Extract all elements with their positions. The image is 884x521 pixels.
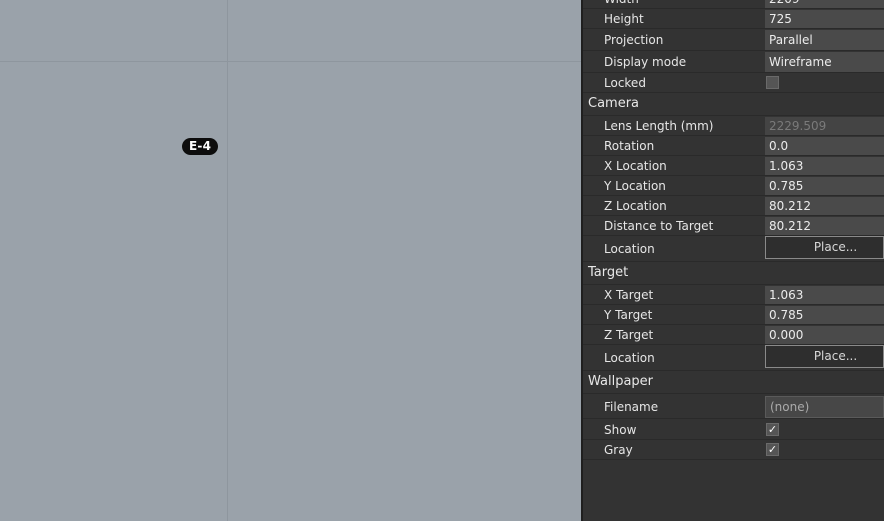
property-row-target-location: Location Place... xyxy=(583,345,884,371)
property-row-z-location: Z Location 80.212 xyxy=(583,196,884,216)
z-target-label: Z Target xyxy=(604,328,654,342)
x-target-field[interactable]: 1.063 xyxy=(765,286,884,304)
display-mode-select[interactable]: Wireframe xyxy=(765,52,884,72)
property-row-y-target: Y Target 0.785 xyxy=(583,305,884,325)
app-window: E-4 Width 2209 Height 725 Projection Par… xyxy=(0,0,884,521)
x-location-field[interactable]: 1.063 xyxy=(765,157,884,175)
properties-panel: Width 2209 Height 725 Projection Paralle… xyxy=(583,0,884,521)
projection-label: Projection xyxy=(604,33,664,47)
elevation-marker[interactable]: E-4 xyxy=(182,138,219,155)
width-field[interactable]: 2209 xyxy=(765,0,884,8)
property-row-rotation: Rotation 0.0 xyxy=(583,136,884,156)
width-label: Width xyxy=(604,0,639,9)
property-row-display-mode: Display mode Wireframe xyxy=(583,51,884,73)
z-location-label: Z Location xyxy=(604,199,667,213)
distance-to-target-field[interactable]: 80.212 xyxy=(765,217,884,235)
property-row-filename: Filename (none) xyxy=(583,395,884,419)
camera-place-button[interactable]: Place... xyxy=(765,236,884,259)
height-label: Height xyxy=(604,12,644,26)
x-location-label: X Location xyxy=(604,159,667,173)
property-row-camera-location: Location Place... xyxy=(583,236,884,262)
distance-to-target-label: Distance to Target xyxy=(604,219,714,233)
target-place-button[interactable]: Place... xyxy=(765,345,884,368)
rotation-label: Rotation xyxy=(604,139,655,153)
property-row-distance-to-target: Distance to Target 80.212 xyxy=(583,216,884,236)
wallpaper-section-header[interactable]: Wallpaper xyxy=(588,372,653,392)
y-target-field[interactable]: 0.785 xyxy=(765,306,884,324)
lens-length-field: 2229.509 xyxy=(765,117,884,135)
filename-label: Filename xyxy=(604,400,659,414)
y-target-label: Y Target xyxy=(604,308,653,322)
property-row-gray: Gray ✓ xyxy=(583,440,884,460)
z-location-field[interactable]: 80.212 xyxy=(765,197,884,215)
projection-select[interactable]: Parallel xyxy=(765,30,884,50)
camera-section-header[interactable]: Camera xyxy=(588,94,639,114)
property-row-x-target: X Target 1.063 xyxy=(583,285,884,305)
grid-line-horizontal xyxy=(0,61,581,62)
y-location-label: Y Location xyxy=(604,179,666,193)
camera-location-label: Location xyxy=(604,242,655,256)
height-field[interactable]: 725 xyxy=(765,10,884,28)
property-row-y-location: Y Location 0.785 xyxy=(583,176,884,196)
locked-checkbox[interactable] xyxy=(766,76,779,89)
gray-label: Gray xyxy=(604,443,633,457)
property-row-z-target: Z Target 0.000 xyxy=(583,325,884,345)
property-row-locked: Locked xyxy=(583,73,884,93)
display-mode-label: Display mode xyxy=(604,55,687,69)
target-section-header[interactable]: Target xyxy=(588,263,628,283)
filename-field[interactable]: (none) xyxy=(765,396,884,418)
divider xyxy=(583,393,884,394)
viewport-canvas[interactable]: E-4 xyxy=(0,0,581,521)
property-row-width: Width 2209 xyxy=(583,0,884,9)
lens-length-label: Lens Length (mm) xyxy=(604,119,714,133)
property-row-projection: Projection Parallel xyxy=(583,29,884,51)
target-location-label: Location xyxy=(604,351,655,365)
x-target-label: X Target xyxy=(604,288,654,302)
property-row-show: Show ✓ xyxy=(583,420,884,440)
check-icon: ✓ xyxy=(767,423,778,436)
rotation-field[interactable]: 0.0 xyxy=(765,137,884,155)
property-row-x-location: X Location 1.063 xyxy=(583,156,884,176)
show-label: Show xyxy=(604,423,637,437)
y-location-field[interactable]: 0.785 xyxy=(765,177,884,195)
property-row-lens-length: Lens Length (mm) 2229.509 xyxy=(583,116,884,136)
check-icon: ✓ xyxy=(767,443,778,456)
gray-checkbox[interactable]: ✓ xyxy=(766,443,779,456)
locked-label: Locked xyxy=(604,76,646,90)
show-checkbox[interactable]: ✓ xyxy=(766,423,779,436)
property-row-height: Height 725 xyxy=(583,9,884,29)
z-target-field[interactable]: 0.000 xyxy=(765,326,884,344)
grid-line-vertical xyxy=(227,0,228,521)
